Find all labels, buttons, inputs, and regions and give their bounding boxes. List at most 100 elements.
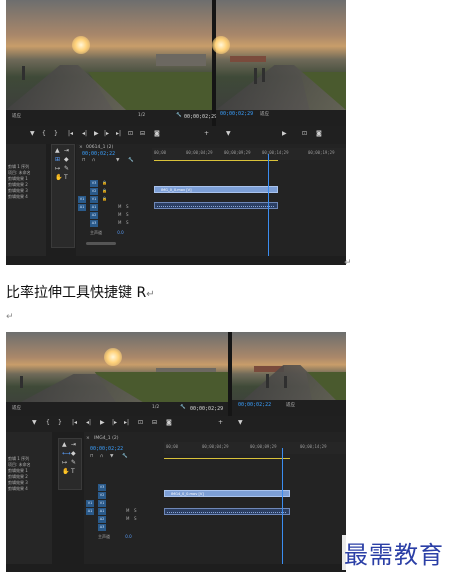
time-ruler[interactable]: 00;00 00;00;04;29 00;00;09;29 00;00;14;2… <box>164 442 346 454</box>
track-source-v1[interactable]: V1 <box>78 196 86 203</box>
track-target-v1[interactable]: V1 <box>98 500 106 507</box>
track-source-v1[interactable]: V1 <box>86 500 94 507</box>
snap-icon[interactable]: ⊓ <box>90 454 94 459</box>
track-select-tool-icon[interactable]: ⇥ <box>64 147 69 154</box>
track-target-v1[interactable]: V1 <box>90 196 98 203</box>
track-lock-icon[interactable]: 🔒 <box>102 188 107 193</box>
slip-tool-icon[interactable]: ↦ <box>55 165 60 172</box>
program-mark-in-icon[interactable]: ▼ <box>226 131 231 137</box>
play-icon[interactable]: ▶ <box>100 420 105 426</box>
mute-icon[interactable]: M <box>118 212 121 217</box>
snap-icon[interactable]: ⊓ <box>82 158 86 163</box>
type-tool-icon[interactable]: T <box>71 468 75 475</box>
go-to-out-icon[interactable]: ▸| <box>116 131 121 137</box>
wrench-icon[interactable]: 🔧 <box>180 405 186 410</box>
track-target-v3[interactable]: V3 <box>90 180 98 187</box>
project-item[interactable]: 剪辑效果 4 <box>8 486 31 492</box>
add-marker-icon[interactable]: ▼ <box>32 420 37 426</box>
rate-stretch-tool-icon[interactable]: ⟷ <box>62 450 71 457</box>
playhead[interactable] <box>282 448 283 564</box>
go-to-in-icon[interactable]: |◂ <box>68 131 73 137</box>
overwrite-icon[interactable]: ⊟ <box>152 420 157 426</box>
add-marker-icon[interactable]: ▼ <box>110 454 113 459</box>
ripple-edit-tool-icon[interactable]: ⊞ <box>55 156 60 163</box>
source-fit-dropdown[interactable]: 适应 <box>12 405 21 411</box>
video-clip[interactable]: IMG4_0_0.mov [V] <box>164 490 290 497</box>
insert-icon[interactable]: ⊡ <box>138 420 143 426</box>
work-area-bar[interactable] <box>154 160 278 161</box>
type-tool-icon[interactable]: T <box>64 174 68 181</box>
track-target-v3[interactable]: V3 <box>98 484 106 491</box>
slip-tool-icon[interactable]: ↦ <box>62 459 67 466</box>
audio-clip[interactable] <box>154 202 278 209</box>
add-marker-icon[interactable]: ▼ <box>30 131 35 137</box>
hand-tool-icon[interactable]: ✋ <box>55 174 62 181</box>
project-item[interactable]: 剪辑效果 4 <box>8 194 31 200</box>
track-target-a2[interactable]: A2 <box>90 212 98 219</box>
add-marker-icon[interactable]: ▼ <box>116 158 119 163</box>
selection-tool-icon[interactable]: ▲ <box>62 441 67 448</box>
step-forward-icon[interactable]: |▸ <box>112 420 117 426</box>
program-fit-dropdown[interactable]: 适应 <box>286 402 295 408</box>
program-mark-in-icon[interactable]: ▼ <box>238 420 243 426</box>
timeline-tab[interactable]: IMG4_1 (2) <box>94 436 118 441</box>
program-fit-dropdown[interactable]: 适应 <box>260 111 269 117</box>
timeline-timecode[interactable]: 00;00;02;22 <box>90 446 123 452</box>
play-icon[interactable]: ▶ <box>94 131 99 137</box>
add-button-icon[interactable]: + <box>204 131 209 137</box>
mute-icon[interactable]: M <box>126 508 129 513</box>
track-target-v2[interactable]: V2 <box>90 188 98 195</box>
wrench-icon[interactable]: 🔧 <box>176 113 182 118</box>
source-zoom-dropdown[interactable]: 1/2 <box>138 113 145 118</box>
mute-icon[interactable]: M <box>118 220 121 225</box>
mark-out-icon[interactable]: } <box>58 420 62 426</box>
go-to-in-icon[interactable]: |◂ <box>72 420 77 426</box>
solo-icon[interactable]: S <box>126 212 129 217</box>
track-lock-icon[interactable]: 🔒 <box>102 196 107 201</box>
track-select-tool-icon[interactable]: ⇥ <box>71 441 76 448</box>
master-track-value[interactable]: 0.0 <box>125 534 131 539</box>
solo-icon[interactable]: S <box>134 516 137 521</box>
linked-selection-icon[interactable]: ∩ <box>100 454 103 459</box>
mark-in-icon[interactable]: { <box>42 131 46 137</box>
mute-icon[interactable]: M <box>118 204 121 209</box>
track-target-a1[interactable]: A1 <box>98 508 106 515</box>
audio-clip[interactable] <box>164 508 290 515</box>
time-ruler[interactable]: 00;00 00;00;04;29 00;00;09;29 00;00;14;2… <box>152 148 346 160</box>
timeline-tab[interactable]: 00614_1 (2) <box>86 145 113 150</box>
export-frame-icon[interactable]: ◙ <box>154 131 160 137</box>
track-target-a2[interactable]: A2 <box>98 516 106 523</box>
step-back-icon[interactable]: ◂| <box>86 420 91 426</box>
selection-tool-icon[interactable]: ▲ <box>55 147 60 154</box>
program-play-icon[interactable]: ▶ <box>282 131 287 137</box>
master-track-value[interactable]: 0.0 <box>117 230 123 235</box>
mark-out-icon[interactable]: } <box>54 131 58 137</box>
insert-icon[interactable]: ⊡ <box>128 131 133 137</box>
source-fit-dropdown[interactable]: 适应 <box>12 113 21 119</box>
track-source-a1[interactable]: A1 <box>86 508 94 515</box>
close-tab-icon[interactable]: × <box>79 145 83 150</box>
timeline-scrollbar[interactable] <box>86 242 116 245</box>
program-extract-icon[interactable]: ◙ <box>316 131 322 137</box>
step-forward-icon[interactable]: |▸ <box>104 131 109 137</box>
settings-icon[interactable]: 🔧 <box>122 454 128 459</box>
linked-selection-icon[interactable]: ∩ <box>92 158 95 163</box>
track-target-a3[interactable]: A3 <box>90 220 98 227</box>
track-source-a1[interactable]: A1 <box>78 204 86 211</box>
razor-tool-icon[interactable]: ◆ <box>71 450 76 457</box>
source-zoom-dropdown[interactable]: 1/2 <box>152 405 159 410</box>
go-to-out-icon[interactable]: ▸| <box>124 420 129 426</box>
timeline-timecode[interactable]: 00;00;02;22 <box>82 151 115 157</box>
track-target-v2[interactable]: V2 <box>98 492 106 499</box>
razor-tool-icon[interactable]: ◆ <box>64 156 69 163</box>
overwrite-icon[interactable]: ⊟ <box>140 131 145 137</box>
track-lock-icon[interactable]: 🔒 <box>102 180 107 185</box>
solo-icon[interactable]: S <box>134 508 137 513</box>
settings-icon[interactable]: 🔧 <box>128 158 134 163</box>
pen-tool-icon[interactable]: ✎ <box>64 165 69 172</box>
video-clip[interactable]: IMG_0_0.mov [V] <box>154 186 278 193</box>
program-lift-icon[interactable]: ⊡ <box>302 131 307 137</box>
close-tab-icon[interactable]: × <box>86 436 90 441</box>
solo-icon[interactable]: S <box>126 204 129 209</box>
mark-in-icon[interactable]: { <box>46 420 50 426</box>
